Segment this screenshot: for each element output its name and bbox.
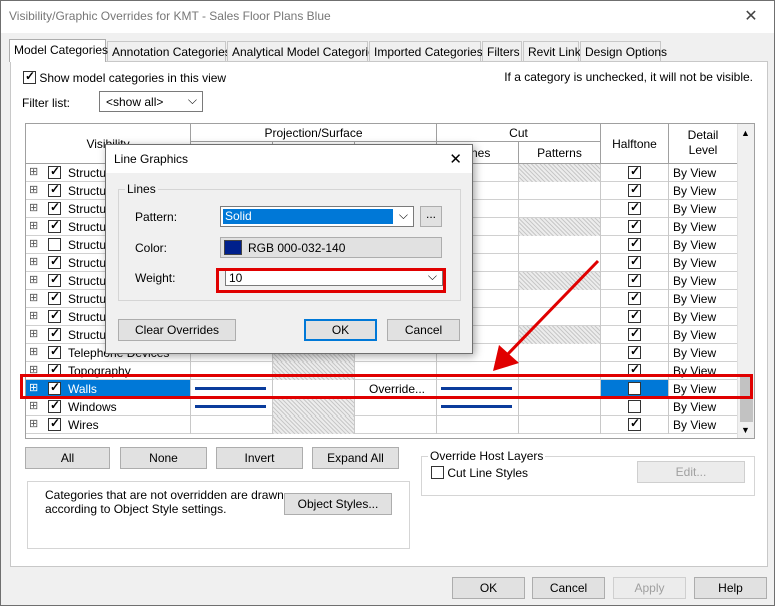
visibility-graphics-window: Visibility/Graphic Overrides for KMT - S… [0,0,775,606]
annotation-arrow [493,259,600,371]
